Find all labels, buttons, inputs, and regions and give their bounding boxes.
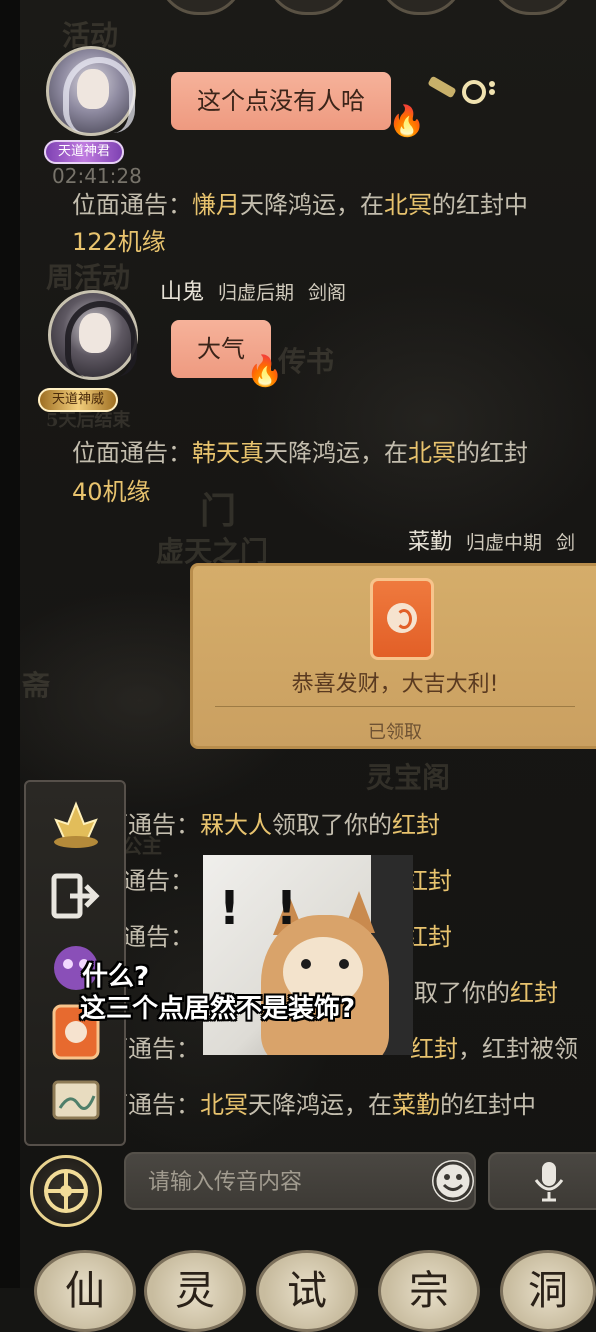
bottom-nav: 仙 灵 试 宗 洞 xyxy=(0,1250,596,1332)
menu-button[interactable] xyxy=(30,1155,102,1227)
system-notice: 面通告：槑大人领取了你的红封 xyxy=(104,808,440,842)
notice-place: 北冥 xyxy=(384,191,432,219)
meme-shiba-image: ! ! xyxy=(203,855,413,1055)
exit-icon[interactable] xyxy=(48,868,104,924)
notice-continuation: 40机缘 xyxy=(72,478,151,506)
top-button-row xyxy=(30,0,596,15)
player-avatar[interactable] xyxy=(46,46,136,136)
chat-bubble[interactable]: 这个点没有人哈 xyxy=(171,72,391,130)
notice-text: 取了你的 xyxy=(414,979,510,1007)
nav-tab[interactable]: 洞 xyxy=(500,1250,596,1332)
notice-text: 的红封中 xyxy=(432,191,528,219)
notice-player-name[interactable]: 槑大人 xyxy=(200,811,272,839)
notice-prefix: 位面通告： xyxy=(72,439,192,467)
meme-exclamation: ! ! xyxy=(219,881,307,935)
notice-continuation: 122机缘 xyxy=(72,228,166,256)
notice-text: 领取了你的 xyxy=(272,811,392,839)
sender-rank: 归虚中期 xyxy=(466,532,543,554)
notice-prefix: 位面通告： xyxy=(72,191,192,219)
dog-eye xyxy=(339,959,349,969)
sender-info: 山鬼 归虚后期 剑阁 xyxy=(160,274,346,306)
message-input-box[interactable] xyxy=(124,1152,476,1210)
red-envelope-card[interactable]: 恭喜发财，大吉大利! 已领取 xyxy=(190,563,596,749)
sender-sect: 剑阁 xyxy=(308,282,347,304)
sender-name[interactable]: 山鬼 xyxy=(160,280,204,305)
notice-place: 北冥 xyxy=(408,439,456,467)
title-badge: 天道神威 xyxy=(38,388,119,412)
bg-label-treasure-pavilion: 灵宝阁 xyxy=(366,761,451,794)
notice-text: 的红封中 xyxy=(440,1091,536,1119)
envelope-divider xyxy=(215,706,575,707)
sender-sect: 剑 xyxy=(556,532,576,554)
voice-button[interactable] xyxy=(488,1152,596,1210)
flame-icon: 🔥 xyxy=(246,354,284,389)
lotus-icon[interactable] xyxy=(48,798,104,854)
title-badge: 天道神君 xyxy=(44,140,125,164)
sender-name[interactable]: 菜勤 xyxy=(408,530,452,555)
avatar-face xyxy=(79,313,111,353)
nav-tab[interactable]: 仙 xyxy=(34,1250,136,1332)
dog-eye xyxy=(301,959,311,969)
notice-place: 北冥 xyxy=(200,1091,248,1119)
notice-player-name[interactable]: 菜勤 xyxy=(392,1091,440,1119)
notice-red-envelope: 红封 xyxy=(410,1035,458,1063)
notice-text: ，红封被领 xyxy=(458,1035,578,1063)
system-notice: 位面通告：慊月天降鸿运，在北冥的红封中 xyxy=(72,188,528,222)
message-timestamp: 02:41:28 xyxy=(52,164,142,188)
system-notice: 面通告：北冥天降鸿运，在菜勤的红封中 xyxy=(104,1088,536,1122)
sender-info: 菜勤 归虚中期剑 xyxy=(408,524,575,556)
system-notice: 取了你的红封 xyxy=(414,976,558,1010)
bg-label-hall: 斋 xyxy=(22,669,51,702)
avatar-face xyxy=(77,69,109,109)
bg-label-gate: 门 xyxy=(200,490,237,532)
emoji-icon[interactable] xyxy=(432,1160,474,1202)
flame-icon: 🔥 xyxy=(388,104,426,139)
notice-text: 天降鸿运，在 xyxy=(264,439,408,467)
notice-text: 的红封 xyxy=(456,439,528,467)
meme-caption-line2: 这三个点居然不是装饰? xyxy=(80,994,356,1024)
envelope-blessing: 恭喜发财，大吉大利! xyxy=(291,672,499,697)
system-notice: 位面通告：韩天真天降鸿运，在北冥的红封 xyxy=(72,436,528,470)
envelope-seal xyxy=(387,603,417,633)
notice-text: 天降鸿运，在 xyxy=(248,1091,392,1119)
notice-text: 天降鸿运，在 xyxy=(240,191,384,219)
notice-player-name[interactable]: 韩天真 xyxy=(192,439,264,467)
nav-tab[interactable]: 试 xyxy=(256,1250,358,1332)
nav-tab[interactable]: 灵 xyxy=(144,1250,246,1332)
notice-red-envelope: 红封 xyxy=(392,811,440,839)
notice-player-name[interactable]: 慊月 xyxy=(192,191,240,219)
message-input[interactable] xyxy=(146,1162,420,1202)
notice-red-envelope: 红封 xyxy=(510,979,558,1007)
bg-label-letters: 传书 xyxy=(278,345,335,378)
player-avatar[interactable] xyxy=(48,290,138,380)
red-envelope-icon xyxy=(370,578,434,660)
left-edge-bar xyxy=(0,0,20,1288)
pattern-icon xyxy=(44,1169,88,1213)
envelope-status: 已领取 xyxy=(368,722,422,743)
microphone-icon xyxy=(534,1162,564,1202)
scroll-map-icon[interactable] xyxy=(48,1072,104,1128)
nav-tab[interactable]: 宗 xyxy=(378,1250,480,1332)
sword-charm-icon xyxy=(424,72,498,112)
sender-rank: 归虚后期 xyxy=(218,282,295,304)
